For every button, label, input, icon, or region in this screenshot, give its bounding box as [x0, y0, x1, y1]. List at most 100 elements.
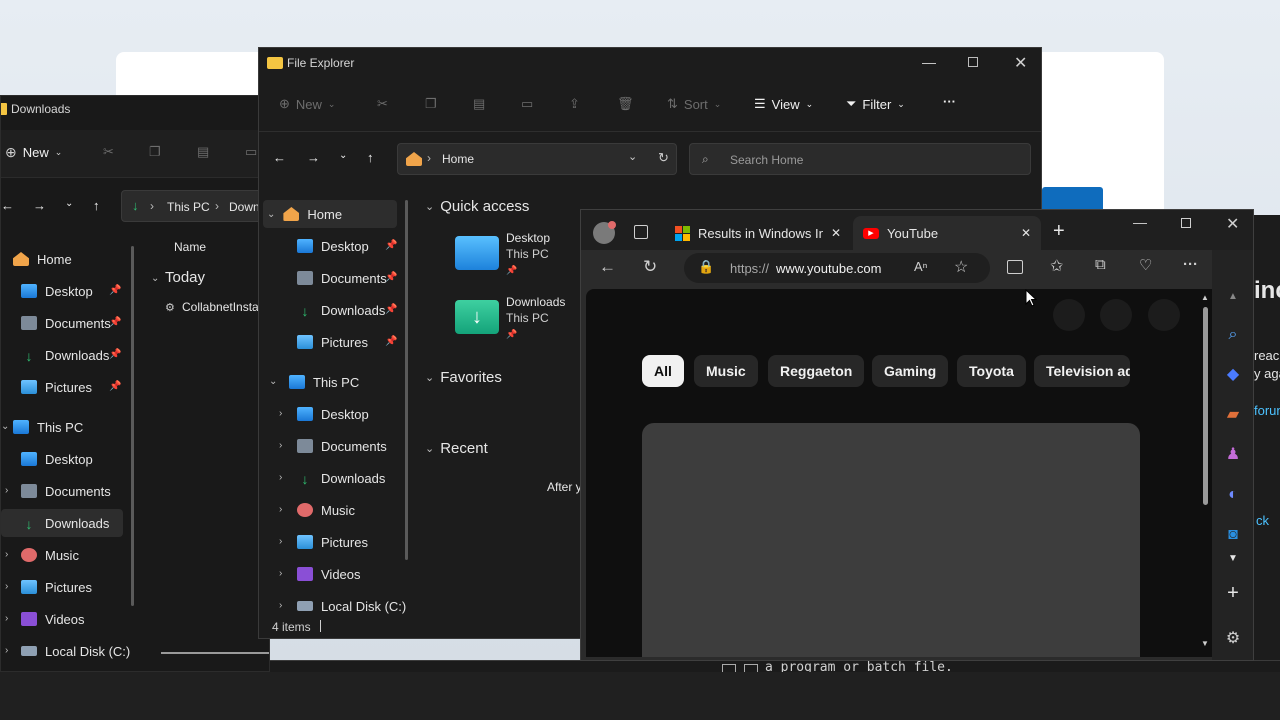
- nav-item-pc-videos[interactable]: Videos: [297, 560, 361, 588]
- nav-item-pc-desktop[interactable]: Desktop: [297, 400, 369, 428]
- chevron-right-icon[interactable]: ›: [5, 485, 8, 496]
- delete-icon[interactable]: 🗑: [617, 96, 634, 112]
- filter-chip-television-ad[interactable]: Television ad: [1034, 355, 1130, 387]
- sidebar-scroll-down-icon[interactable]: ▼: [1224, 550, 1242, 568]
- paste-icon[interactable]: ▤: [197, 144, 209, 160]
- nav-item-pc-documents[interactable]: Documents: [21, 477, 111, 505]
- scroll-up-icon[interactable]: ▲: [1201, 293, 1209, 302]
- address-field[interactable]: › Home ⌄ ↻: [397, 143, 677, 175]
- breadcrumb-downloads[interactable]: Down: [229, 200, 260, 214]
- group-header-today[interactable]: Today: [165, 269, 205, 286]
- chevron-right-icon[interactable]: ›: [279, 440, 282, 451]
- video-thumbnail-placeholder[interactable]: [642, 423, 1140, 657]
- chevron-right-icon[interactable]: ›: [5, 645, 8, 656]
- rename-icon[interactable]: ▭: [521, 96, 533, 112]
- chevron-down-icon[interactable]: ⌄: [269, 376, 277, 387]
- forward-icon[interactable]: →: [33, 198, 46, 213]
- address-bar[interactable]: 🔒 https:// www.youtube.com A͏ⁿ ☆: [684, 253, 990, 283]
- scrollbar-thumb[interactable]: [1203, 307, 1208, 505]
- chevron-right-icon[interactable]: ›: [5, 581, 8, 592]
- back-icon[interactable]: ←: [599, 257, 616, 277]
- nav-item-desktop[interactable]: Desktop: [297, 232, 369, 260]
- close-icon[interactable]: ✕: [1014, 53, 1027, 73]
- nav-item-pc-pictures[interactable]: Pictures: [21, 573, 92, 601]
- nav-item-desktop[interactable]: Desktop: [21, 277, 93, 305]
- nav-item-pc-downloads[interactable]: ↓ Downloads: [297, 464, 386, 492]
- nav-item-downloads[interactable]: ↓ Downloads: [21, 341, 110, 369]
- copy-icon[interactable]: ❐: [425, 96, 437, 112]
- nav-item-documents[interactable]: Documents: [21, 309, 111, 337]
- search-icon[interactable]: ⌕: [1224, 326, 1242, 344]
- pin-icon[interactable]: 📌: [385, 304, 397, 315]
- recent-locations-icon[interactable]: ⌄: [339, 150, 347, 161]
- filter-button[interactable]: ⏷ Filter ⌄: [846, 96, 905, 112]
- copy-icon[interactable]: ❐: [149, 144, 161, 160]
- address-field[interactable]: ↓ › This PC › Down: [121, 190, 269, 222]
- filter-chip-all[interactable]: All: [642, 355, 684, 387]
- nav-item-home[interactable]: Home: [13, 245, 72, 273]
- favorites-icon[interactable]: ✩: [1050, 256, 1063, 276]
- minimize-icon[interactable]: —: [922, 54, 936, 70]
- desktop-folder-icon[interactable]: [455, 236, 499, 270]
- refresh-icon[interactable]: ↻: [643, 257, 657, 277]
- nav-item-home[interactable]: ⌄ Home: [263, 200, 397, 228]
- close-tab-icon[interactable]: ✕: [1021, 226, 1031, 240]
- microsoft-365-icon[interactable]: ◐: [1224, 486, 1242, 504]
- nav-item-this-pc[interactable]: This PC: [289, 368, 359, 396]
- filter-chip-reggaeton[interactable]: Reggaeton: [768, 355, 865, 387]
- favorite-star-icon[interactable]: ☆: [954, 257, 968, 277]
- pin-icon[interactable]: 📌: [109, 381, 121, 392]
- nav-item-pc-music[interactable]: Music: [21, 541, 79, 569]
- maximize-icon[interactable]: [968, 57, 978, 67]
- section-quick-access[interactable]: ⌄ Quick access: [425, 198, 529, 215]
- add-icon[interactable]: +: [1224, 583, 1242, 603]
- forward-icon[interactable]: →: [307, 150, 320, 165]
- new-tab-icon[interactable]: +: [1053, 220, 1065, 243]
- close-tab-icon[interactable]: ✕: [831, 226, 841, 240]
- chevron-right-icon[interactable]: ›: [279, 600, 282, 611]
- gear-icon[interactable]: ⚙: [1224, 630, 1242, 648]
- chevron-right-icon[interactable]: ›: [279, 536, 282, 547]
- file-item[interactable]: CollabnetInsta: [182, 300, 259, 314]
- chevron-right-icon[interactable]: ›: [279, 504, 282, 515]
- nav-item-this-pc[interactable]: This PC: [13, 413, 83, 441]
- nav-scrollbar[interactable]: [131, 246, 134, 606]
- nav-item-pc-downloads[interactable]: ↓ Downloads: [1, 509, 123, 537]
- rename-icon[interactable]: ▭: [245, 144, 257, 160]
- pin-icon[interactable]: 📌: [385, 272, 397, 283]
- paste-icon[interactable]: ▤: [473, 96, 485, 112]
- pin-icon[interactable]: 📌: [109, 317, 121, 328]
- chevron-right-icon[interactable]: ›: [5, 613, 8, 624]
- maximize-icon[interactable]: [1181, 218, 1191, 228]
- quick-access-item[interactable]: Downloads This PC 📌: [506, 294, 565, 342]
- pin-icon[interactable]: 📌: [109, 349, 121, 360]
- nav-item-pictures[interactable]: Pictures: [297, 328, 368, 356]
- right-window-link[interactable]: forun: [1254, 403, 1280, 418]
- back-icon[interactable]: ←: [273, 150, 286, 165]
- tab-results[interactable]: Results in Windows Insi ✕: [665, 216, 851, 250]
- refresh-icon[interactable]: ↻: [658, 150, 669, 166]
- collections-icon[interactable]: ⧉: [1095, 256, 1106, 273]
- cut-icon[interactable]: ✂: [377, 96, 388, 112]
- chevron-down-icon[interactable]: ⌄: [151, 273, 159, 284]
- share-icon[interactable]: ⇪: [569, 96, 580, 112]
- section-recent[interactable]: ⌄ Recent: [425, 440, 488, 457]
- horizontal-scrollbar[interactable]: [161, 652, 269, 654]
- pin-icon[interactable]: 📌: [385, 240, 397, 251]
- settings-more-icon[interactable]: ···: [1183, 256, 1198, 273]
- nav-item-documents[interactable]: Documents: [297, 264, 387, 292]
- cut-icon[interactable]: ✂: [103, 144, 114, 160]
- quick-access-item[interactable]: Desktop This PC 📌: [506, 230, 550, 278]
- more-options-icon[interactable]: ···: [943, 94, 956, 109]
- tab-actions-icon[interactable]: [634, 225, 648, 239]
- pin-icon[interactable]: 📌: [109, 285, 121, 296]
- nav-item-pc-music[interactable]: Music: [297, 496, 355, 524]
- nav-item-pictures[interactable]: Pictures: [21, 373, 92, 401]
- filter-chip-music[interactable]: Music: [694, 355, 758, 387]
- chevron-right-icon[interactable]: ›: [279, 472, 282, 483]
- read-aloud-icon[interactable]: A͏ⁿ: [914, 259, 927, 274]
- nav-item-downloads[interactable]: ↓ Downloads: [297, 296, 386, 324]
- up-icon[interactable]: ↑: [367, 150, 374, 165]
- tab-youtube[interactable]: ▶ YouTube ✕: [853, 216, 1041, 250]
- column-header-name[interactable]: Name: [174, 240, 206, 254]
